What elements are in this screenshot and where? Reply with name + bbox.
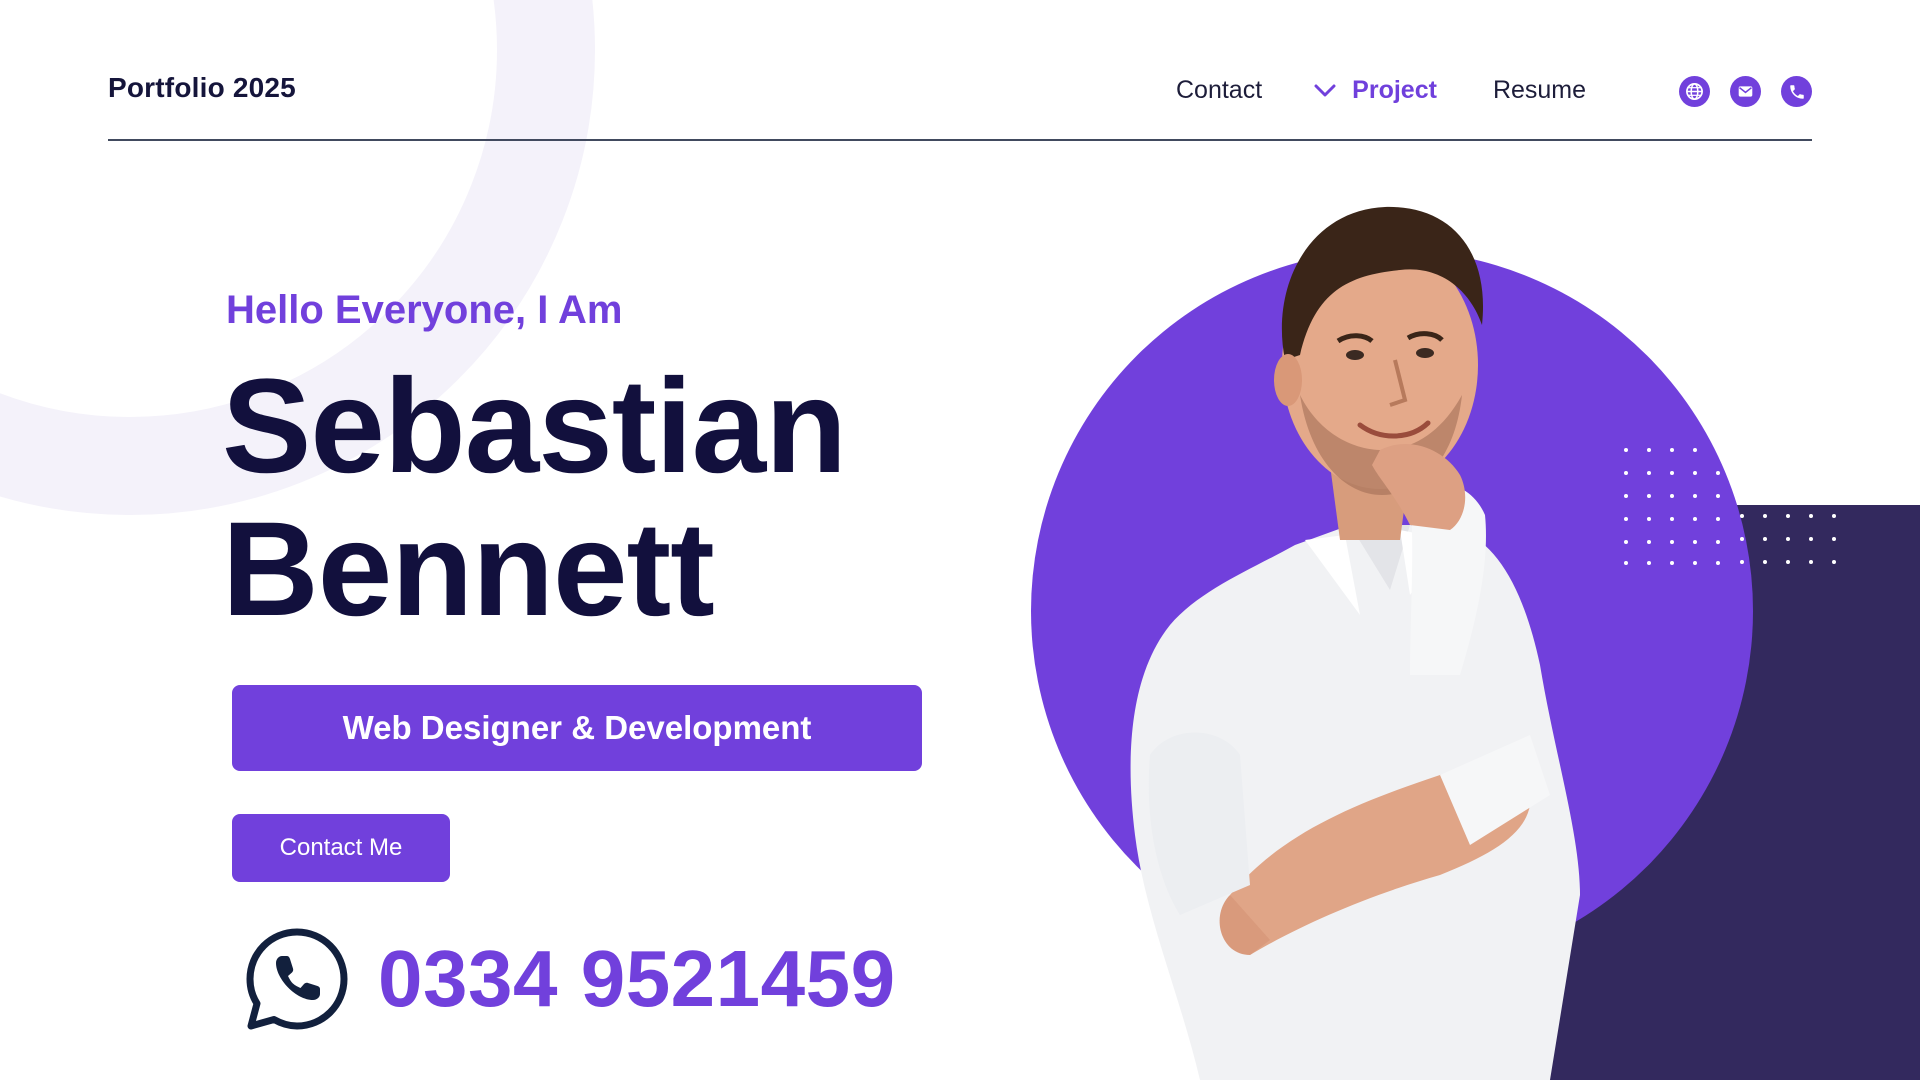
profile-portrait xyxy=(1130,206,1580,1080)
phone-button[interactable] xyxy=(1781,76,1812,107)
portfolio-page: Portfolio 2025 Contact Project Resume He… xyxy=(0,0,1920,1080)
mail-button[interactable] xyxy=(1730,76,1761,107)
brand-title[interactable]: Portfolio 2025 xyxy=(108,72,296,104)
role-badge: Web Designer & Development xyxy=(232,685,922,771)
nav-project-label: Project xyxy=(1352,76,1437,104)
social-links xyxy=(1679,76,1812,107)
nav-project-link[interactable]: Project xyxy=(1314,76,1437,105)
phone-icon xyxy=(1789,84,1804,99)
phone-number[interactable]: 0334 9521459 xyxy=(378,933,896,1025)
hero-last-name: Bennett xyxy=(222,495,715,644)
hero-greeting: Hello Everyone, I Am xyxy=(226,288,623,332)
nav-resume-link[interactable]: Resume xyxy=(1493,76,1586,105)
main-nav: Contact Project Resume xyxy=(1176,76,1586,105)
whatsapp-icon xyxy=(246,928,348,1030)
dot-pattern-decoration-right xyxy=(1740,514,1836,564)
globe-icon xyxy=(1686,83,1703,100)
mail-icon xyxy=(1738,86,1753,97)
chevron-down-icon xyxy=(1314,84,1336,96)
phone-contact[interactable]: 0334 9521459 xyxy=(242,924,896,1034)
header-divider xyxy=(108,139,1812,141)
hero-first-name: Sebastian xyxy=(222,352,847,501)
nav-contact-link[interactable]: Contact xyxy=(1176,76,1262,105)
globe-button[interactable] xyxy=(1679,76,1710,107)
contact-me-button[interactable]: Contact Me xyxy=(232,814,450,882)
